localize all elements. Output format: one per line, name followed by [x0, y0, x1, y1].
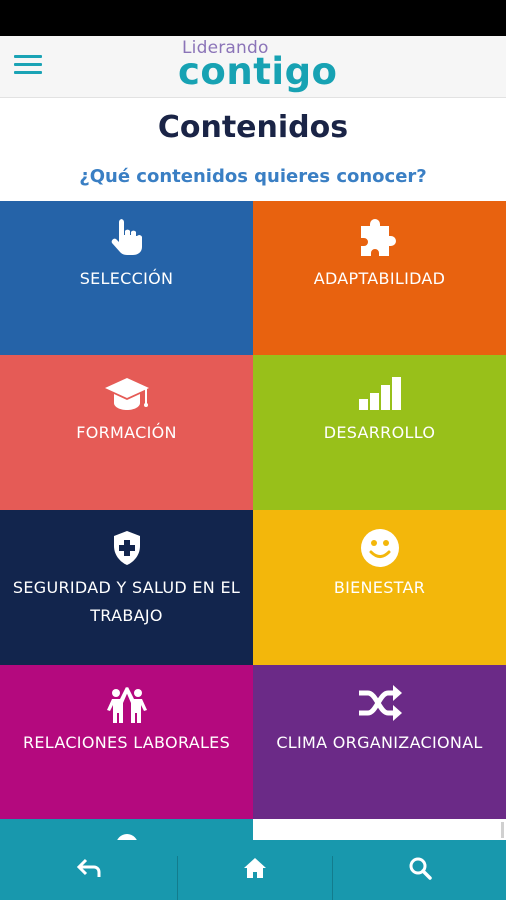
tile-clima-organizacional[interactable]: CLIMA ORGANIZACIONAL [253, 665, 506, 819]
tile-seguridad-salud[interactable]: SEGURIDAD Y SALUD EN EL TRABAJO [0, 510, 253, 665]
shuffle-icon [253, 683, 506, 723]
tile-label: DESARROLLO [323, 423, 436, 442]
home-icon [243, 857, 267, 884]
tile-partial-empty [253, 819, 506, 841]
bottom-navbar [0, 840, 506, 900]
tile-label: ADAPTABILIDAD [313, 269, 446, 288]
logo-main-text: contigo [178, 50, 338, 93]
app-header: Liderando contigo [0, 36, 506, 98]
tile-label: BIENESTAR [333, 578, 426, 597]
tile-label: FORMACIÓN [76, 423, 177, 442]
smiley-icon [253, 528, 506, 568]
tile-bienestar[interactable]: BIENESTAR [253, 510, 506, 665]
shield-cross-icon [0, 530, 253, 566]
back-button[interactable] [0, 840, 177, 900]
tile-adaptabilidad[interactable]: ADAPTABILIDAD [253, 201, 506, 355]
tile-partial[interactable] [0, 819, 253, 841]
people-high-five-icon [0, 683, 253, 725]
tile-formacion[interactable]: FORMACIÓN [0, 355, 253, 510]
graduation-cap-icon [0, 375, 253, 413]
tile-relaciones-laborales[interactable]: RELACIONES LABORALES [0, 665, 253, 819]
back-icon [76, 857, 102, 884]
tile-seleccion[interactable]: SELECCIÓN [0, 201, 253, 355]
scrollbar[interactable] [501, 822, 504, 838]
page-subtitle: ¿Qué contenidos quieres conocer? [79, 166, 427, 187]
bar-chart-icon [253, 375, 506, 411]
menu-icon[interactable] [12, 52, 44, 78]
pointing-hand-icon [0, 217, 253, 257]
search-button[interactable] [333, 840, 506, 900]
contents-grid: SELECCIÓN ADAPTABILIDAD FORMACIÓN DESARR… [0, 201, 506, 841]
tile-label: CLIMA ORGANIZACIONAL [276, 733, 483, 752]
tile-desarrollo[interactable]: DESARROLLO [253, 355, 506, 510]
app-logo: Liderando contigo [178, 36, 338, 98]
page-title: Contenidos [157, 110, 349, 145]
tile-label: RELACIONES LABORALES [22, 733, 231, 752]
home-button[interactable] [178, 840, 332, 900]
tile-label: SELECCIÓN [79, 269, 174, 288]
status-bar [0, 0, 506, 36]
search-icon [408, 856, 432, 885]
tile-label: SEGURIDAD Y SALUD EN EL TRABAJO [12, 578, 241, 625]
puzzle-piece-icon [253, 215, 506, 261]
